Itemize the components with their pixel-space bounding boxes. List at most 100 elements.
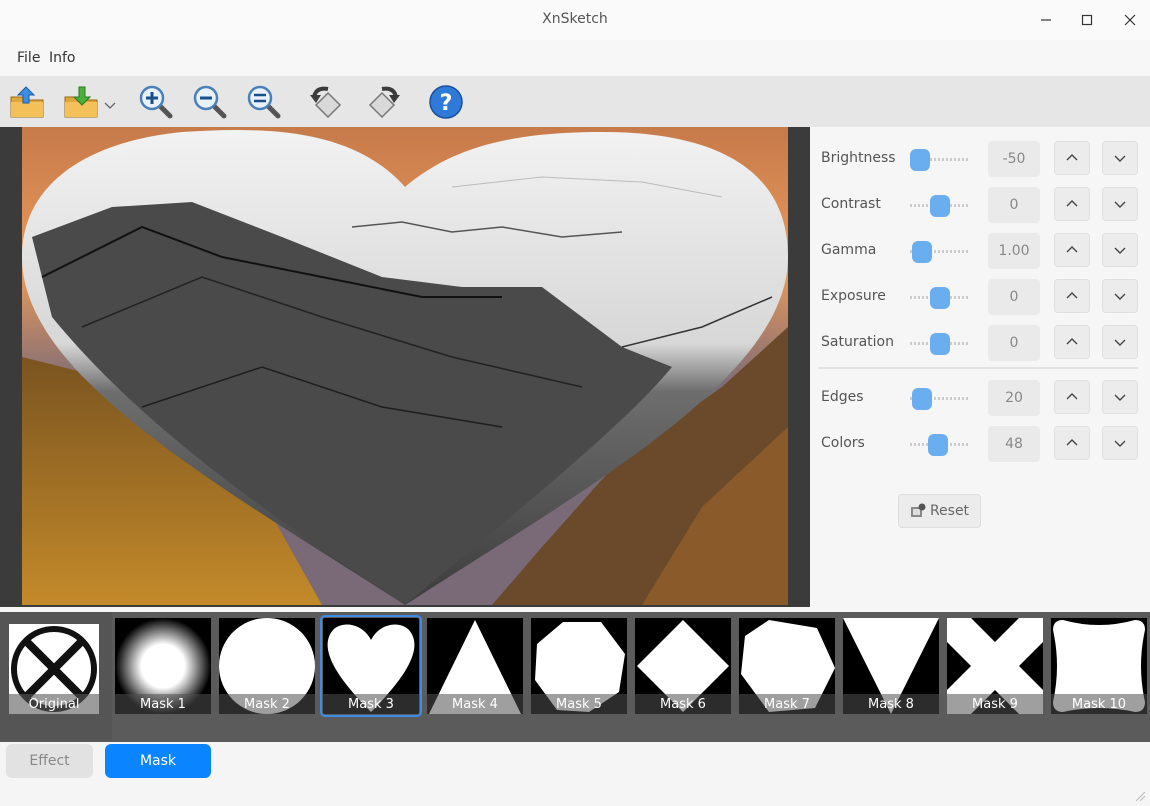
saturation-value-field[interactable]: 0	[988, 325, 1040, 361]
rotate-right-icon	[368, 86, 400, 119]
resize-grip-icon[interactable]	[1134, 790, 1146, 802]
rotate-right-button[interactable]	[364, 83, 402, 121]
image-viewport	[0, 127, 810, 607]
maximize-button[interactable]	[1072, 8, 1102, 32]
mask-3-thumbnail[interactable]: Mask 3	[320, 615, 422, 717]
gamma-increment-button[interactable]	[1054, 233, 1090, 267]
mask-2-thumbnail[interactable]: Mask 2	[219, 618, 315, 714]
edges-decrement-button[interactable]	[1102, 380, 1138, 414]
mask-3-label: Mask 3	[323, 694, 419, 714]
chevron-up-icon	[1065, 243, 1079, 257]
mask-6-label: Mask 6	[635, 694, 731, 714]
tab-mask[interactable]: Mask	[105, 744, 211, 778]
contrast-increment-button[interactable]	[1054, 187, 1090, 221]
exposure-slider-handle[interactable]	[930, 287, 950, 309]
zoom-in-icon	[139, 85, 173, 119]
mask-8-thumbnail[interactable]: Mask 8	[843, 618, 939, 714]
mask-8-label: Mask 8	[843, 694, 939, 714]
original-thumbnail[interactable]: Original	[0, 612, 112, 740]
mask-5-thumbnail[interactable]: Mask 5	[531, 618, 627, 714]
chevron-up-icon	[1065, 390, 1079, 404]
mask-7-label: Mask 7	[739, 694, 835, 714]
chevron-down-icon	[1113, 436, 1127, 450]
chevron-down-icon	[1113, 289, 1127, 303]
zoom-in-button[interactable]	[137, 83, 175, 121]
zoom-fit-button[interactable]	[245, 83, 283, 121]
mask-strip: Original Mask 1 Mask 2 Mask 3 Mask 4 Mask 5 M…	[0, 612, 1150, 742]
title-bar: XnSketch	[0, 0, 1150, 40]
exposure-increment-button[interactable]	[1054, 279, 1090, 313]
menu-info[interactable]: Info	[49, 50, 76, 66]
preview-canvas[interactable]	[22, 127, 788, 605]
edges-value-field[interactable]: 20	[988, 380, 1040, 416]
colors-label: Colors	[821, 435, 865, 451]
colors-decrement-button[interactable]	[1102, 426, 1138, 460]
edges-increment-button[interactable]	[1054, 380, 1090, 414]
help-icon: ?	[429, 85, 463, 119]
toolbar: ?	[0, 76, 1150, 127]
brightness-value-field[interactable]: -50	[988, 141, 1040, 177]
adjust-row-colors: Colors 48	[810, 424, 1150, 464]
exposure-value-field[interactable]: 0	[988, 279, 1040, 315]
chevron-up-icon	[1065, 335, 1079, 349]
gamma-decrement-button[interactable]	[1102, 233, 1138, 267]
chevron-up-icon	[1065, 151, 1079, 165]
mask-6-thumbnail[interactable]: Mask 6	[635, 618, 731, 714]
reset-button[interactable]: Reset	[898, 494, 981, 528]
mask-9-thumbnail[interactable]: Mask 9	[947, 618, 1043, 714]
mask-4-thumbnail[interactable]: Mask 4	[427, 618, 523, 714]
mask-1-label: Mask 1	[115, 694, 211, 714]
save-button[interactable]	[62, 83, 100, 121]
contrast-value-field[interactable]: 0	[988, 187, 1040, 223]
save-dropdown[interactable]	[104, 96, 116, 109]
tab-effect[interactable]: Effect	[6, 744, 93, 778]
saturation-slider-handle[interactable]	[930, 333, 950, 355]
chevron-down-icon	[1113, 390, 1127, 404]
colors-value-field[interactable]: 48	[988, 426, 1040, 462]
edges-label: Edges	[821, 389, 864, 405]
zoom-out-button[interactable]	[191, 83, 229, 121]
chevron-down-icon	[1113, 335, 1127, 349]
mask-5-label: Mask 5	[531, 694, 627, 714]
adjustment-panel: Brightness -50 Contrast 0 Gamma 1.00 Exposure 0…	[810, 127, 1150, 612]
rotate-left-icon	[310, 86, 342, 119]
saturation-decrement-button[interactable]	[1102, 325, 1138, 359]
brightness-label: Brightness	[821, 150, 896, 166]
saturation-increment-button[interactable]	[1054, 325, 1090, 359]
mask-7-thumbnail[interactable]: Mask 7	[739, 618, 835, 714]
mask-4-label: Mask 4	[427, 694, 523, 714]
reset-label: Reset	[929, 503, 970, 519]
gamma-slider-handle[interactable]	[912, 241, 932, 263]
open-button[interactable]	[8, 83, 46, 121]
original-label: Original	[9, 694, 99, 714]
gamma-value-field[interactable]: 1.00	[988, 233, 1040, 269]
panel-divider	[818, 367, 1138, 369]
chevron-down-icon	[104, 102, 116, 109]
svg-text:?: ?	[440, 91, 453, 116]
mask-10-thumbnail[interactable]: Mask 10	[1051, 618, 1147, 714]
menu-file[interactable]: File	[17, 50, 40, 66]
contrast-decrement-button[interactable]	[1102, 187, 1138, 221]
exposure-decrement-button[interactable]	[1102, 279, 1138, 313]
gamma-label: Gamma	[821, 242, 877, 258]
colors-slider-handle[interactable]	[928, 434, 948, 456]
chevron-down-icon	[1113, 243, 1127, 257]
brightness-decrement-button[interactable]	[1102, 141, 1138, 175]
colors-increment-button[interactable]	[1054, 426, 1090, 460]
chevron-up-icon	[1065, 289, 1079, 303]
minimize-button[interactable]	[1031, 8, 1061, 32]
brightness-increment-button[interactable]	[1054, 141, 1090, 175]
adjust-row-edges: Edges 20	[810, 378, 1150, 418]
reset-icon	[910, 503, 926, 517]
zoom-out-icon	[193, 85, 227, 119]
close-icon	[1124, 14, 1136, 26]
edges-slider-handle[interactable]	[912, 388, 932, 410]
brightness-slider-handle[interactable]	[910, 149, 930, 171]
close-button[interactable]	[1115, 8, 1145, 32]
rotate-left-button[interactable]	[308, 83, 346, 121]
contrast-slider-handle[interactable]	[930, 195, 950, 217]
mask-1-thumbnail[interactable]: Mask 1	[115, 618, 211, 714]
maximize-icon	[1081, 14, 1093, 26]
help-button[interactable]: ?	[427, 83, 465, 121]
adjust-row-brightness: Brightness -50	[810, 139, 1150, 179]
